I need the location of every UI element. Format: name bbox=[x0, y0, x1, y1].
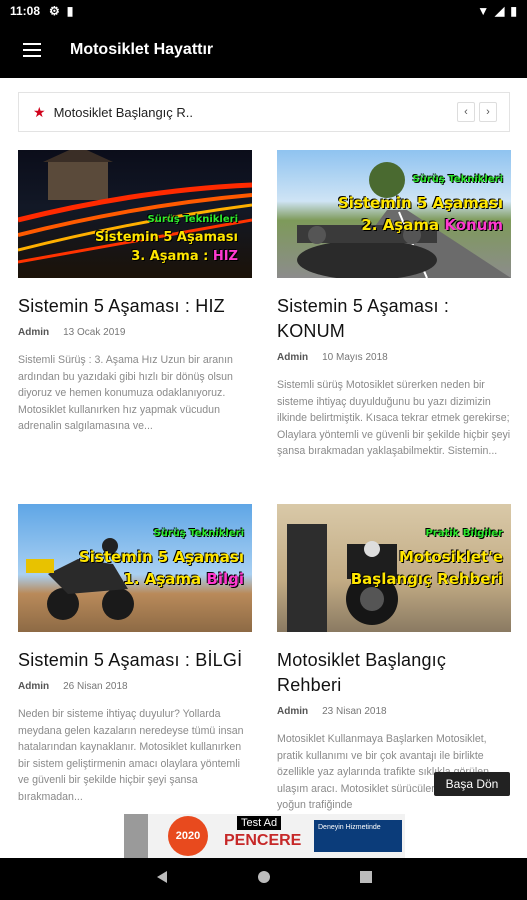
post-title[interactable]: Sistemin 5 Aşaması : HIZ bbox=[18, 294, 252, 319]
status-bar: 11:08 ⚙ ▮ ▼ ◢ ▮ bbox=[0, 0, 527, 22]
post-card: Sürüş Teknikleri Sistemin 5 Aşaması 1. A… bbox=[18, 504, 252, 805]
news-ticker[interactable]: ★ Motosiklet Başlangıç R.. ‹ › bbox=[18, 92, 510, 132]
post-excerpt: Neden bir sisteme ihtiyaç duyulur? Yolla… bbox=[18, 708, 244, 803]
ad-banner[interactable]: 2020 PENCERE Deneyin Hizmetinde Test Ad bbox=[124, 814, 405, 858]
post-author[interactable]: Admin bbox=[18, 681, 49, 692]
signal-icon: ◢ bbox=[495, 4, 505, 18]
hamburger-menu-icon bbox=[23, 43, 41, 57]
adventure-motorcycle-image bbox=[26, 538, 134, 620]
post-date: 26 Nisan 2018 bbox=[63, 681, 128, 692]
post-author[interactable]: Admin bbox=[277, 706, 308, 717]
home-nav-button[interactable] bbox=[257, 870, 271, 889]
menu-button[interactable] bbox=[0, 22, 64, 78]
thumb-line2: Sistemin 5 Aşaması bbox=[78, 548, 244, 566]
post-card: Sürüş Teknikleri Sistemin 5 Aşaması 3. A… bbox=[18, 150, 252, 435]
thumb-line1: Sürüş Teknikleri bbox=[153, 528, 245, 539]
status-time: 11:08 bbox=[10, 4, 41, 18]
ticker-next-button[interactable]: › bbox=[479, 102, 497, 122]
post-meta: Admin 13 Ocak 2019 bbox=[18, 327, 252, 338]
post-date: 10 Mayıs 2018 bbox=[322, 352, 388, 363]
sd-card-icon: ▮ bbox=[66, 4, 74, 18]
post-card: Sürüş Teknikleri Sistemin 5 Aşaması 2. A… bbox=[277, 150, 511, 460]
post-card: Pratik Bilgiler Motosiklet'e Başlangıç R… bbox=[277, 504, 511, 814]
road-motorcycle-image bbox=[297, 162, 511, 278]
battery-icon: ▮ bbox=[510, 4, 517, 18]
thumb-line3: 1. Aşama Bilgi bbox=[123, 570, 244, 588]
recents-nav-button[interactable] bbox=[359, 870, 373, 889]
thumb-line3: Başlangıç Rehberi bbox=[350, 570, 503, 588]
thumb-line2: Motosiklet'e bbox=[398, 548, 503, 566]
ad-label: Test Ad bbox=[237, 816, 282, 830]
wifi-icon: ▼ bbox=[477, 4, 490, 18]
home-circle-icon bbox=[257, 870, 270, 883]
post-date: 23 Nisan 2018 bbox=[322, 706, 387, 717]
rider-motorcycle-image bbox=[287, 524, 398, 632]
post-thumbnail[interactable]: Sürüş Teknikleri Sistemin 5 Aşaması 1. A… bbox=[18, 504, 252, 632]
thumb-line3: 3. Aşama : HIZ bbox=[131, 249, 238, 264]
back-triangle-icon bbox=[156, 870, 167, 883]
ad-badge: 2020 bbox=[168, 816, 208, 856]
recents-square-icon bbox=[359, 870, 372, 883]
thumb-line1: Pratik Bilgiler bbox=[425, 528, 503, 539]
post-thumbnail[interactable]: Pratik Bilgiler Motosiklet'e Başlangıç R… bbox=[277, 504, 511, 632]
post-meta: Admin 23 Nisan 2018 bbox=[277, 706, 511, 717]
post-meta: Admin 10 Mayıs 2018 bbox=[277, 352, 511, 363]
post-thumbnail[interactable]: Sürüş Teknikleri Sistemin 5 Aşaması 2. A… bbox=[277, 150, 511, 278]
back-to-top-button[interactable]: Başa Dön bbox=[434, 772, 510, 796]
post-date: 13 Ocak 2019 bbox=[63, 327, 126, 338]
post-meta: Admin 26 Nisan 2018 bbox=[18, 681, 252, 692]
post-author[interactable]: Admin bbox=[18, 327, 49, 338]
thumb-line1: Sürüş Teknikleri bbox=[412, 174, 504, 185]
post-title[interactable]: Sistemin 5 Aşaması : BİLGİ bbox=[18, 648, 252, 673]
star-icon: ★ bbox=[33, 103, 46, 120]
ticker-prev-button[interactable]: ‹ bbox=[457, 102, 475, 122]
post-excerpt: Sistemli sürüş Motosiklet sürerken neden… bbox=[277, 379, 511, 457]
ad-left-image bbox=[124, 814, 148, 858]
post-title[interactable]: Sistemin 5 Aşaması : KONUM bbox=[277, 294, 511, 344]
app-bar: Motosiklet Hayattır bbox=[0, 22, 527, 78]
post-excerpt: Sistemli Sürüş : 3. Aşama Hız Uzun bir a… bbox=[18, 354, 233, 432]
post-thumbnail[interactable]: Sürüş Teknikleri Sistemin 5 Aşaması 3. A… bbox=[18, 150, 252, 278]
settings-icon: ⚙ bbox=[49, 4, 60, 18]
system-nav-bar bbox=[0, 858, 527, 900]
app-title: Motosiklet Hayattır bbox=[70, 41, 214, 58]
thumb-line2: Sistemin 5 Aşaması bbox=[337, 194, 503, 212]
post-author[interactable]: Admin bbox=[277, 352, 308, 363]
post-title[interactable]: Motosiklet Başlangıç Rehberi bbox=[277, 648, 511, 698]
thumb-line1: Sürüş Teknikleri bbox=[147, 214, 239, 225]
thumb-line3: 2. Aşama Konum bbox=[361, 216, 503, 234]
ad-side-text: Deneyin Hizmetinde bbox=[314, 820, 402, 852]
thumb-line2: Sistemin 5 Aşaması bbox=[94, 230, 238, 245]
ad-brand: PENCERE bbox=[224, 832, 302, 849]
ticker-text[interactable]: Motosiklet Başlangıç R.. bbox=[54, 105, 193, 120]
back-nav-button[interactable] bbox=[155, 870, 169, 889]
